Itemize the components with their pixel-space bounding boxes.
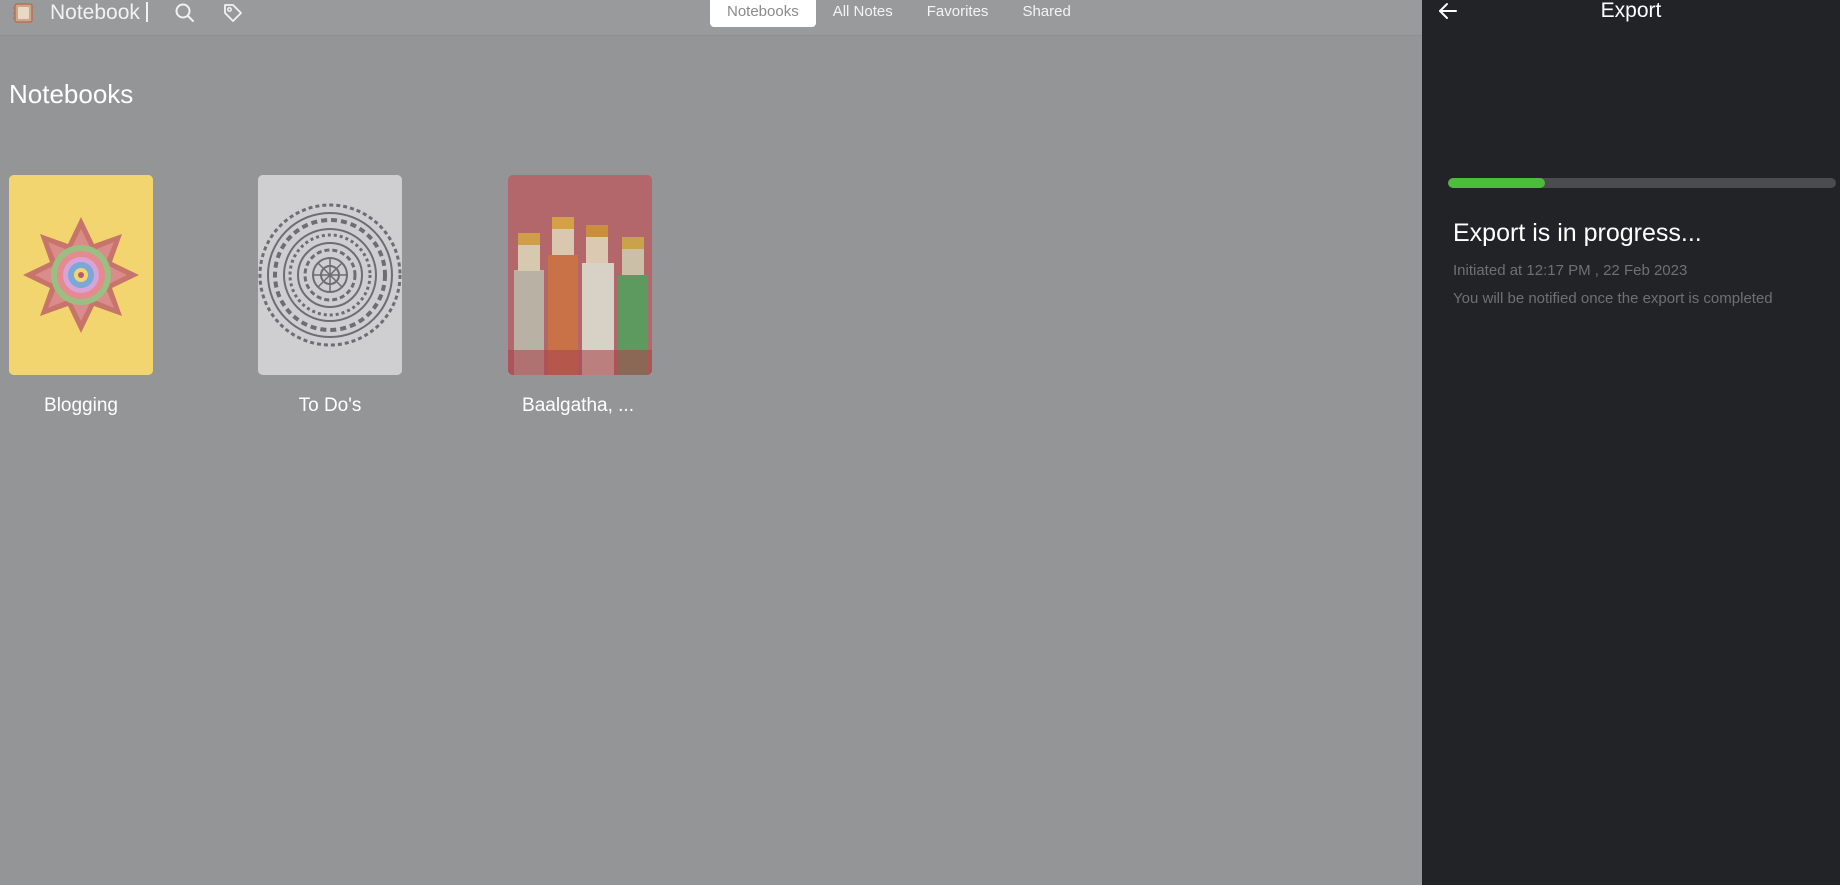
- notebook-logo-icon: [13, 3, 33, 23]
- export-panel: Export Export is in progress... Initiate…: [1422, 0, 1840, 885]
- notebook-title-blogging[interactable]: Blogging: [0, 395, 171, 417]
- top-bar: Notebook Notebooks All Notes Favorites S…: [0, 0, 1422, 36]
- search-icon: [175, 3, 194, 22]
- back-button[interactable]: [1436, 0, 1466, 24]
- tag-button[interactable]: [219, 0, 247, 26]
- notebooks-view: Notebook Notebooks All Notes Favorites S…: [0, 0, 1422, 885]
- mandala-cover-image: [9, 175, 153, 375]
- search-button[interactable]: [171, 0, 199, 26]
- tab-all-notes[interactable]: All Notes: [816, 0, 910, 27]
- export-note-text: You will be notified once the export is …: [1453, 290, 1773, 307]
- notebook-cover-todos[interactable]: [258, 175, 402, 375]
- arrow-left-icon: [1439, 3, 1457, 19]
- puppets-cover-image: [508, 175, 652, 375]
- mandala-cover-image: [258, 175, 402, 375]
- export-initiated-text: Initiated at 12:17 PM , 22 Feb 2023: [1453, 262, 1688, 279]
- tab-notebooks[interactable]: Notebooks: [710, 0, 816, 27]
- view-tabs: Notebooks All Notes Favorites Shared: [710, 0, 1088, 27]
- export-status-title: Export is in progress...: [1453, 219, 1702, 247]
- export-progress-bar: [1448, 178, 1836, 188]
- notebook-cover-blogging[interactable]: [9, 175, 153, 375]
- notebook-title-baalgatha[interactable]: Baalgatha, ...: [488, 395, 668, 417]
- tag-icon: [224, 4, 242, 22]
- notebook-title-todos[interactable]: To Do's: [240, 395, 420, 417]
- app-title: Notebook: [50, 1, 148, 25]
- notebook-cover-baalgatha[interactable]: [508, 175, 652, 375]
- export-panel-title: Export: [1600, 0, 1662, 22]
- export-progress-fill: [1448, 178, 1545, 188]
- tab-shared[interactable]: Shared: [1005, 0, 1087, 27]
- tab-favorites[interactable]: Favorites: [910, 0, 1006, 27]
- title-caret: [145, 2, 148, 22]
- page-title: Notebooks: [9, 79, 134, 109]
